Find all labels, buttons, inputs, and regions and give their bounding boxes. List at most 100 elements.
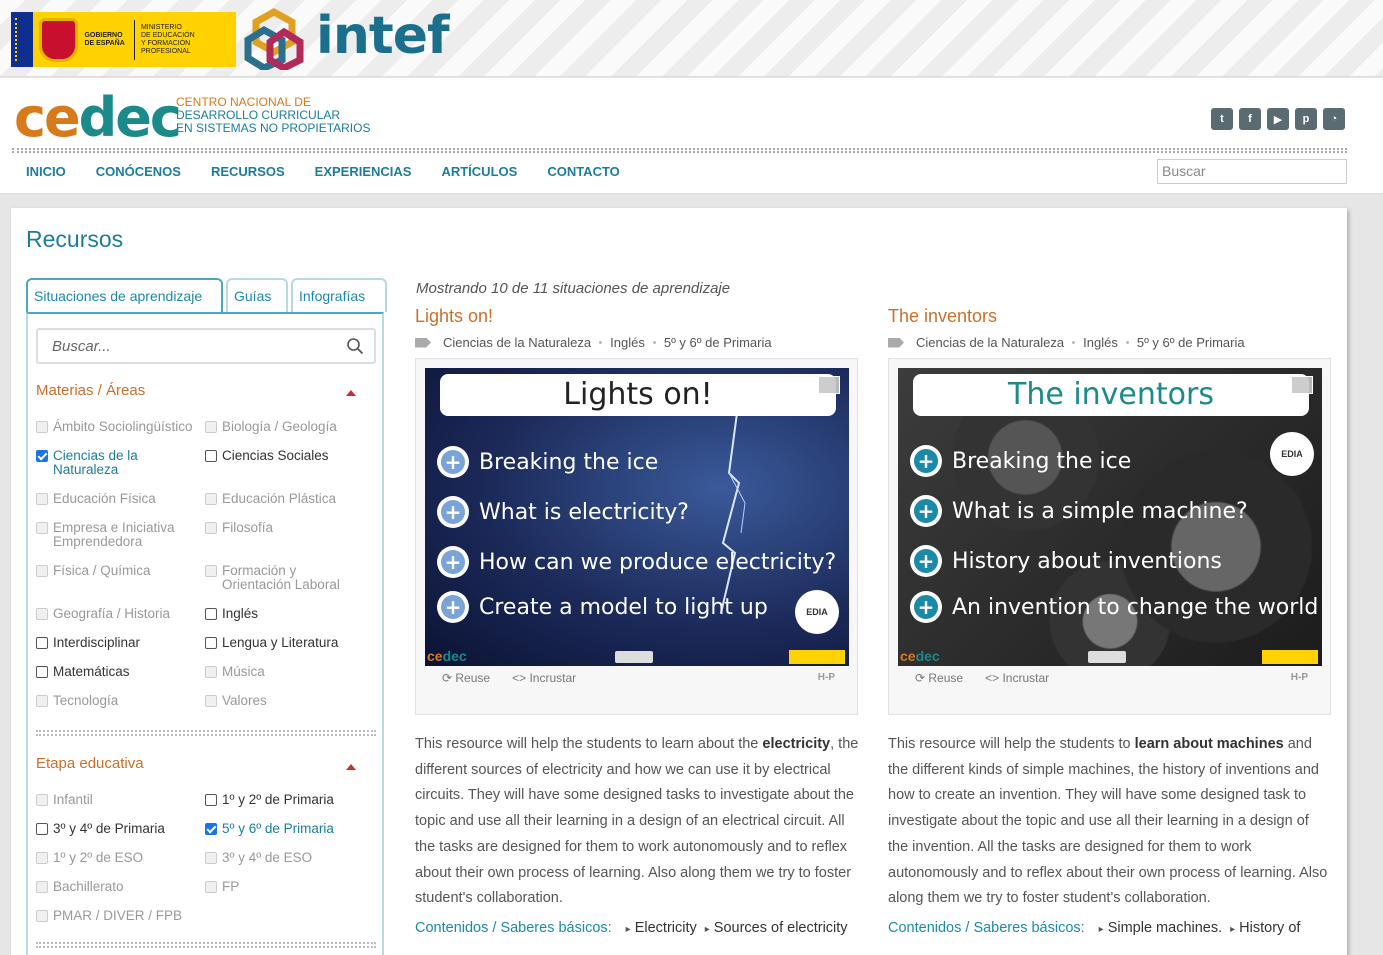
filter-option[interactable]: Geografía / Historia: [36, 607, 196, 621]
slide-preview[interactable]: Lights on! + Breaking the ice + What is el…: [425, 368, 849, 666]
checkbox[interactable]: [205, 450, 217, 462]
etapa-heading[interactable]: Etapa educativa: [36, 755, 144, 772]
filter-option[interactable]: FP: [205, 880, 365, 894]
content-tag[interactable]: Sources of electricity: [697, 920, 848, 936]
checkbox[interactable]: [36, 450, 48, 462]
filter-option[interactable]: Empresa e Iniciativa Emprendedora: [36, 521, 196, 549]
reuse-button[interactable]: ⟳ Reuse: [442, 671, 490, 685]
sidebar-search-input[interactable]: Buscar...: [36, 328, 376, 364]
nav-articulos[interactable]: ARTÍCULOS: [441, 164, 517, 179]
filter-option[interactable]: Bachillerato: [36, 880, 196, 894]
filter-option[interactable]: Valores: [205, 694, 365, 708]
filter-option[interactable]: Infantil: [36, 793, 196, 807]
filter-option[interactable]: Educación Plástica: [205, 492, 365, 506]
facebook-icon[interactable]: f: [1239, 108, 1261, 130]
checkbox[interactable]: [36, 608, 48, 620]
checkbox[interactable]: [205, 794, 217, 806]
slide-bullet[interactable]: + What is electricity?: [437, 496, 689, 528]
nav-conocenos[interactable]: CONÓCENOS: [96, 164, 181, 179]
filter-option[interactable]: Lengua y Literatura: [205, 636, 365, 650]
checkbox[interactable]: [36, 881, 48, 893]
fullscreen-icon[interactable]: [1291, 376, 1313, 394]
embed-button[interactable]: <> Incrustar: [512, 671, 576, 685]
nav-contacto[interactable]: CONTACTO: [547, 164, 619, 179]
h5p-logo[interactable]: H-P: [818, 672, 835, 683]
rss-icon[interactable]: ◔: [1323, 108, 1345, 130]
gobierno-logo[interactable]: GOBIERNO DE ESPAÑA MINISTERIO DE EDUCACI…: [11, 12, 236, 67]
checkbox[interactable]: [205, 421, 217, 433]
collapse-materias-icon[interactable]: [346, 390, 356, 396]
content-tag[interactable]: Simple machines.: [1091, 920, 1222, 936]
h5p-logo[interactable]: H-P: [1291, 672, 1308, 683]
checkbox[interactable]: [36, 421, 48, 433]
site-search-input[interactable]: Buscar: [1157, 159, 1347, 184]
checkbox[interactable]: [36, 666, 48, 678]
filter-option[interactable]: PMAR / DIVER / FPB: [36, 909, 196, 923]
filter-option[interactable]: 1º y 2º de ESO: [36, 851, 196, 865]
slide-bullet[interactable]: + What is a simple machine?: [910, 495, 1248, 527]
slide-bullet[interactable]: + How can we produce electricity?: [437, 546, 836, 578]
filter-option[interactable]: Formación y Orientación Laboral: [205, 564, 365, 592]
twitter-icon[interactable]: t: [1211, 108, 1233, 130]
filter-option[interactable]: Ámbito Sociolingüístico: [36, 420, 196, 434]
tab-guias[interactable]: Guías: [226, 278, 288, 312]
filter-option[interactable]: 1º y 2º de Primaria: [205, 793, 365, 807]
checkbox[interactable]: [205, 881, 217, 893]
resource-title[interactable]: The inventors: [888, 306, 1332, 327]
checkbox[interactable]: [36, 637, 48, 649]
filter-option[interactable]: Música: [205, 665, 365, 679]
filter-option[interactable]: Matemáticas: [36, 665, 196, 679]
intef-logo-text[interactable]: intef: [316, 6, 450, 66]
filter-option[interactable]: 5º y 6º de Primaria: [205, 822, 365, 836]
filter-option[interactable]: Física / Química: [36, 564, 196, 578]
checkbox[interactable]: [36, 852, 48, 864]
filter-option[interactable]: 3º y 4º de ESO: [205, 851, 365, 865]
content-tag[interactable]: History of: [1222, 920, 1300, 936]
filter-option[interactable]: Ciencias Sociales: [205, 449, 365, 463]
search-icon[interactable]: [346, 337, 364, 355]
slide-bullet[interactable]: + Breaking the ice: [437, 446, 658, 478]
materias-heading[interactable]: Materias / Áreas: [36, 382, 145, 399]
nav-recursos[interactable]: RECURSOS: [211, 164, 285, 179]
checkbox[interactable]: [205, 852, 217, 864]
fullscreen-icon[interactable]: [818, 376, 840, 394]
reuse-button[interactable]: ⟳ Reuse: [915, 671, 963, 685]
intef-logo-icon[interactable]: [244, 8, 304, 70]
filter-option[interactable]: Tecnología: [36, 694, 196, 708]
embed-button[interactable]: <> Incrustar: [985, 671, 1049, 685]
checkbox[interactable]: [205, 695, 217, 707]
slide-bullet[interactable]: + History about inventions: [910, 545, 1222, 577]
checkbox[interactable]: [36, 823, 48, 835]
checkbox[interactable]: [36, 565, 48, 577]
filter-option[interactable]: Inglés: [205, 607, 365, 621]
slide-bullet[interactable]: + Breaking the ice: [910, 445, 1131, 477]
pinterest-icon[interactable]: p: [1295, 108, 1317, 130]
filter-option[interactable]: Filosofía: [205, 521, 365, 535]
resource-title[interactable]: Lights on!: [415, 306, 859, 327]
youtube-icon[interactable]: ▶: [1267, 108, 1289, 130]
filter-option[interactable]: Interdisciplinar: [36, 636, 196, 650]
checkbox[interactable]: [36, 695, 48, 707]
nav-experiencias[interactable]: EXPERIENCIAS: [315, 164, 412, 179]
filter-option[interactable]: Ciencias de la Naturaleza: [36, 449, 196, 477]
checkbox[interactable]: [205, 565, 217, 577]
tab-infografias[interactable]: Infografías: [291, 278, 387, 312]
checkbox[interactable]: [36, 794, 48, 806]
checkbox[interactable]: [205, 666, 217, 678]
cedec-logo[interactable]: cedec: [14, 86, 182, 149]
collapse-etapa-icon[interactable]: [346, 764, 356, 770]
tab-situaciones[interactable]: Situaciones de aprendizaje: [26, 278, 223, 314]
checkbox[interactable]: [36, 493, 48, 505]
checkbox[interactable]: [205, 823, 217, 835]
filter-option[interactable]: Educación Física: [36, 492, 196, 506]
filter-option[interactable]: 3º y 4º de Primaria: [36, 822, 196, 836]
nav-inicio[interactable]: INICIO: [26, 164, 66, 179]
checkbox[interactable]: [36, 910, 48, 922]
checkbox[interactable]: [36, 522, 48, 534]
checkbox[interactable]: [205, 493, 217, 505]
checkbox[interactable]: [205, 608, 217, 620]
filter-option[interactable]: Biología / Geología: [205, 420, 365, 434]
checkbox[interactable]: [205, 637, 217, 649]
content-tag[interactable]: Electricity: [618, 920, 697, 936]
slide-bullet[interactable]: + Create a model to light up: [437, 591, 768, 623]
